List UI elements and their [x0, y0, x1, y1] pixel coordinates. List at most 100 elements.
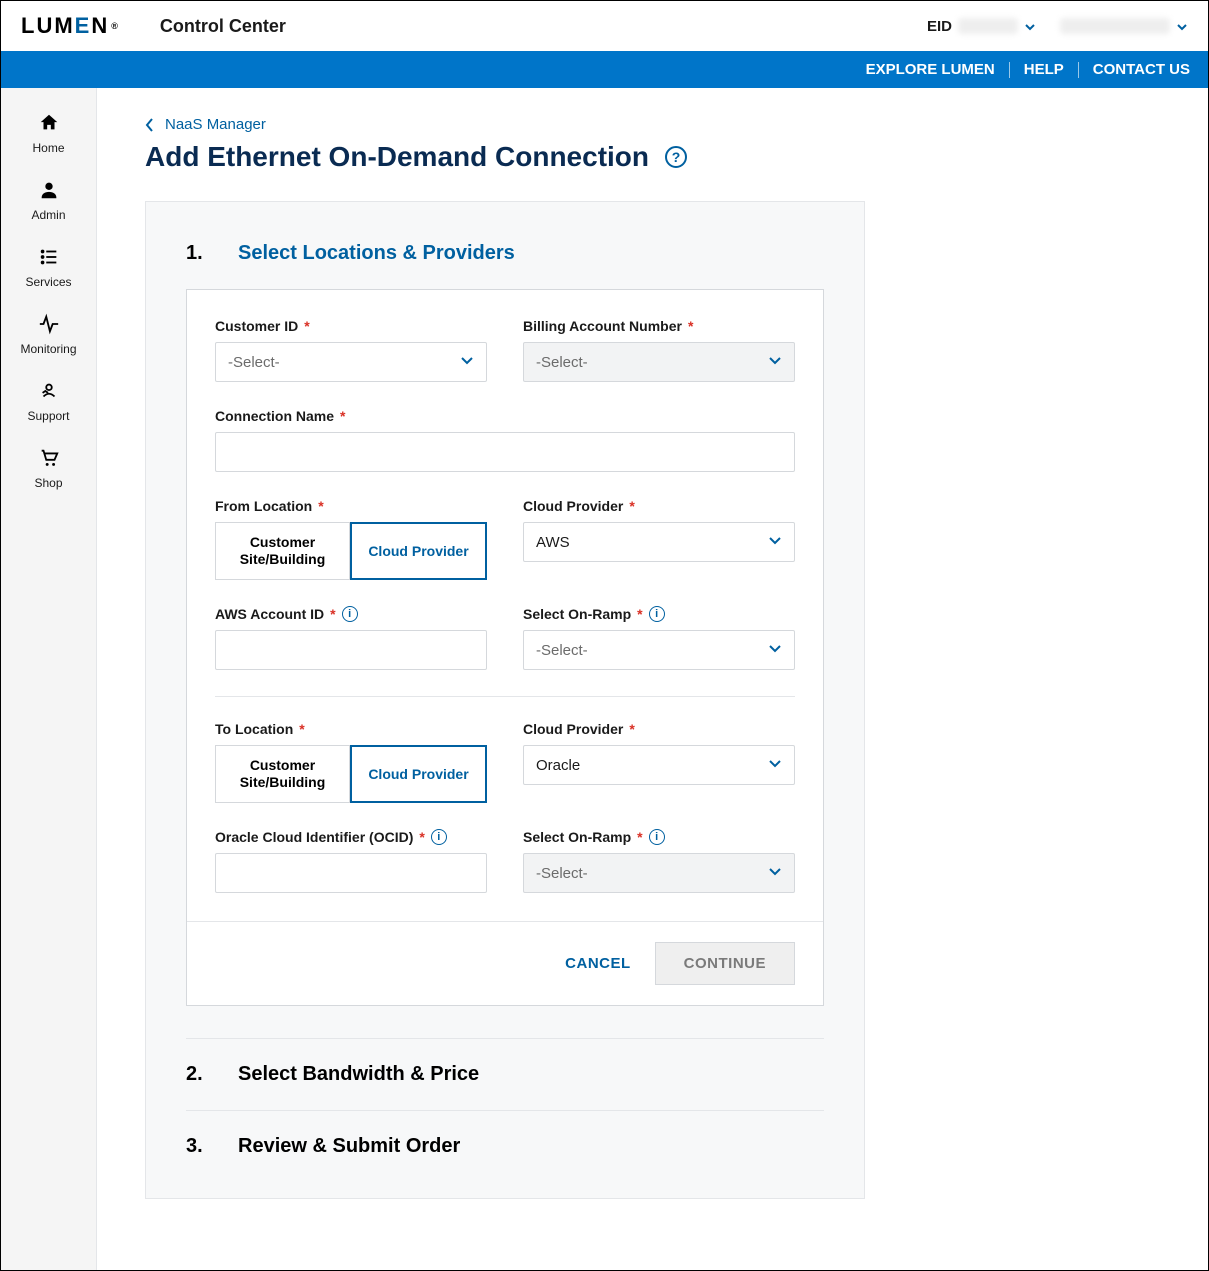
wizard-panel: 1. Select Locations & Providers Customer…: [145, 201, 865, 1199]
utility-bar: EXPLORE LUMEN HELP CONTACT US: [1, 51, 1208, 88]
step-1-number: 1.: [186, 242, 206, 265]
page-title: Add Ethernet On-Demand Connection: [145, 141, 649, 173]
from-onramp-placeholder: -Select-: [536, 642, 588, 659]
logo-suffix: N: [91, 13, 109, 39]
list-icon: [38, 246, 60, 271]
to-toggle-cloud[interactable]: Cloud Provider: [350, 745, 487, 803]
step-1-card: Customer ID* -Select- Billing Account Nu…: [186, 289, 824, 1006]
logo-prefix: LUM: [21, 13, 75, 39]
eid-label: EID: [927, 18, 952, 35]
from-cloud-provider-select[interactable]: AWS: [523, 522, 795, 562]
nav-support[interactable]: Support: [1, 368, 96, 435]
info-icon[interactable]: i: [431, 829, 447, 845]
left-nav: Home Admin Services Monitoring Support S…: [1, 88, 97, 1270]
chevron-down-icon: [768, 641, 782, 659]
divider: [215, 696, 795, 697]
nav-services[interactable]: Services: [1, 234, 96, 301]
customer-id-placeholder: -Select-: [228, 354, 280, 371]
info-icon[interactable]: i: [649, 829, 665, 845]
divider: [1078, 62, 1079, 78]
ban-select: -Select-: [523, 342, 795, 382]
nav-monitoring[interactable]: Monitoring: [1, 301, 96, 368]
logo-e: E: [75, 13, 92, 39]
info-icon[interactable]: i: [649, 606, 665, 622]
eid-value-redacted: [958, 18, 1018, 34]
nav-home-label: Home: [32, 141, 64, 155]
activity-icon: [38, 313, 60, 338]
to-toggle-customer[interactable]: Customer Site/Building: [215, 745, 350, 803]
from-toggle-customer[interactable]: Customer Site/Building: [215, 522, 350, 580]
nav-shop[interactable]: Shop: [1, 435, 96, 502]
step-1-header: 1. Select Locations & Providers: [186, 242, 824, 265]
chevron-down-icon: [1176, 20, 1188, 32]
ban-label: Billing Account Number*: [523, 318, 795, 334]
home-icon: [38, 112, 60, 137]
registered-mark: ®: [111, 21, 120, 31]
help-icon[interactable]: ?: [665, 146, 687, 168]
support-icon: [38, 380, 60, 405]
from-location-label: From Location*: [215, 498, 487, 514]
brand-logo[interactable]: LUMEN®: [21, 13, 120, 39]
step-2-title: Select Bandwidth & Price: [238, 1063, 479, 1086]
aws-account-id-label: AWS Account ID* i: [215, 606, 487, 622]
aws-account-id-input[interactable]: [215, 630, 487, 670]
help-link[interactable]: HELP: [1024, 61, 1064, 78]
from-toggle-cloud[interactable]: Cloud Provider: [350, 522, 487, 580]
explore-link[interactable]: EXPLORE LUMEN: [866, 61, 995, 78]
step-2-row: 2. Select Bandwidth & Price: [186, 1038, 824, 1110]
chevron-down-icon: [768, 864, 782, 882]
to-onramp-select: -Select-: [523, 853, 795, 893]
chevron-left-icon: [145, 117, 155, 133]
to-cloud-provider-select[interactable]: Oracle: [523, 745, 795, 785]
card-footer: CANCEL CONTINUE: [187, 921, 823, 1005]
nav-monitoring-label: Monitoring: [20, 342, 76, 356]
top-header: LUMEN® Control Center EID: [1, 1, 1208, 51]
step-3-title: Review & Submit Order: [238, 1135, 460, 1158]
eid-dropdown[interactable]: EID: [927, 18, 1188, 35]
ban-placeholder: -Select-: [536, 354, 588, 371]
chevron-down-icon: [768, 353, 782, 371]
step-2-number: 2.: [186, 1063, 206, 1086]
to-location-label: To Location*: [215, 721, 487, 737]
chevron-down-icon: [460, 353, 474, 371]
to-onramp-label: Select On-Ramp* i: [523, 829, 795, 845]
nav-admin[interactable]: Admin: [1, 167, 96, 234]
connection-name-label: Connection Name*: [215, 408, 795, 424]
breadcrumb[interactable]: NaaS Manager: [145, 116, 1176, 133]
chevron-down-icon: [768, 533, 782, 551]
ocid-input[interactable]: [215, 853, 487, 893]
to-onramp-placeholder: -Select-: [536, 865, 588, 882]
step-3-row: 3. Review & Submit Order: [186, 1110, 824, 1158]
ocid-label: Oracle Cloud Identifier (OCID)* i: [215, 829, 487, 845]
to-cloud-provider-value: Oracle: [536, 757, 580, 774]
cart-icon: [38, 447, 60, 472]
app-title: Control Center: [160, 16, 286, 37]
connection-name-input[interactable]: [215, 432, 795, 472]
info-icon[interactable]: i: [342, 606, 358, 622]
nav-services-label: Services: [25, 275, 71, 289]
from-onramp-select[interactable]: -Select-: [523, 630, 795, 670]
chevron-down-icon: [768, 756, 782, 774]
step-3-number: 3.: [186, 1135, 206, 1158]
to-location-toggle: Customer Site/Building Cloud Provider: [215, 745, 487, 803]
chevron-down-icon: [1024, 20, 1036, 32]
from-cloud-provider-label: Cloud Provider*: [523, 498, 795, 514]
contact-link[interactable]: CONTACT US: [1093, 61, 1190, 78]
continue-button: CONTINUE: [655, 942, 795, 985]
nav-shop-label: Shop: [34, 476, 62, 490]
to-cloud-provider-label: Cloud Provider*: [523, 721, 795, 737]
customer-id-select[interactable]: -Select-: [215, 342, 487, 382]
from-location-toggle: Customer Site/Building Cloud Provider: [215, 522, 487, 580]
from-cloud-provider-value: AWS: [536, 534, 570, 551]
customer-id-label: Customer ID*: [215, 318, 487, 334]
account-name-redacted: [1060, 18, 1170, 34]
cancel-button[interactable]: CANCEL: [565, 955, 631, 972]
main-content: NaaS Manager Add Ethernet On-Demand Conn…: [97, 88, 1208, 1270]
nav-home[interactable]: Home: [1, 100, 96, 167]
breadcrumb-link[interactable]: NaaS Manager: [165, 116, 266, 133]
from-onramp-label: Select On-Ramp* i: [523, 606, 795, 622]
user-icon: [38, 179, 60, 204]
step-1-title: Select Locations & Providers: [238, 242, 515, 265]
nav-admin-label: Admin: [31, 208, 65, 222]
nav-support-label: Support: [27, 409, 69, 423]
